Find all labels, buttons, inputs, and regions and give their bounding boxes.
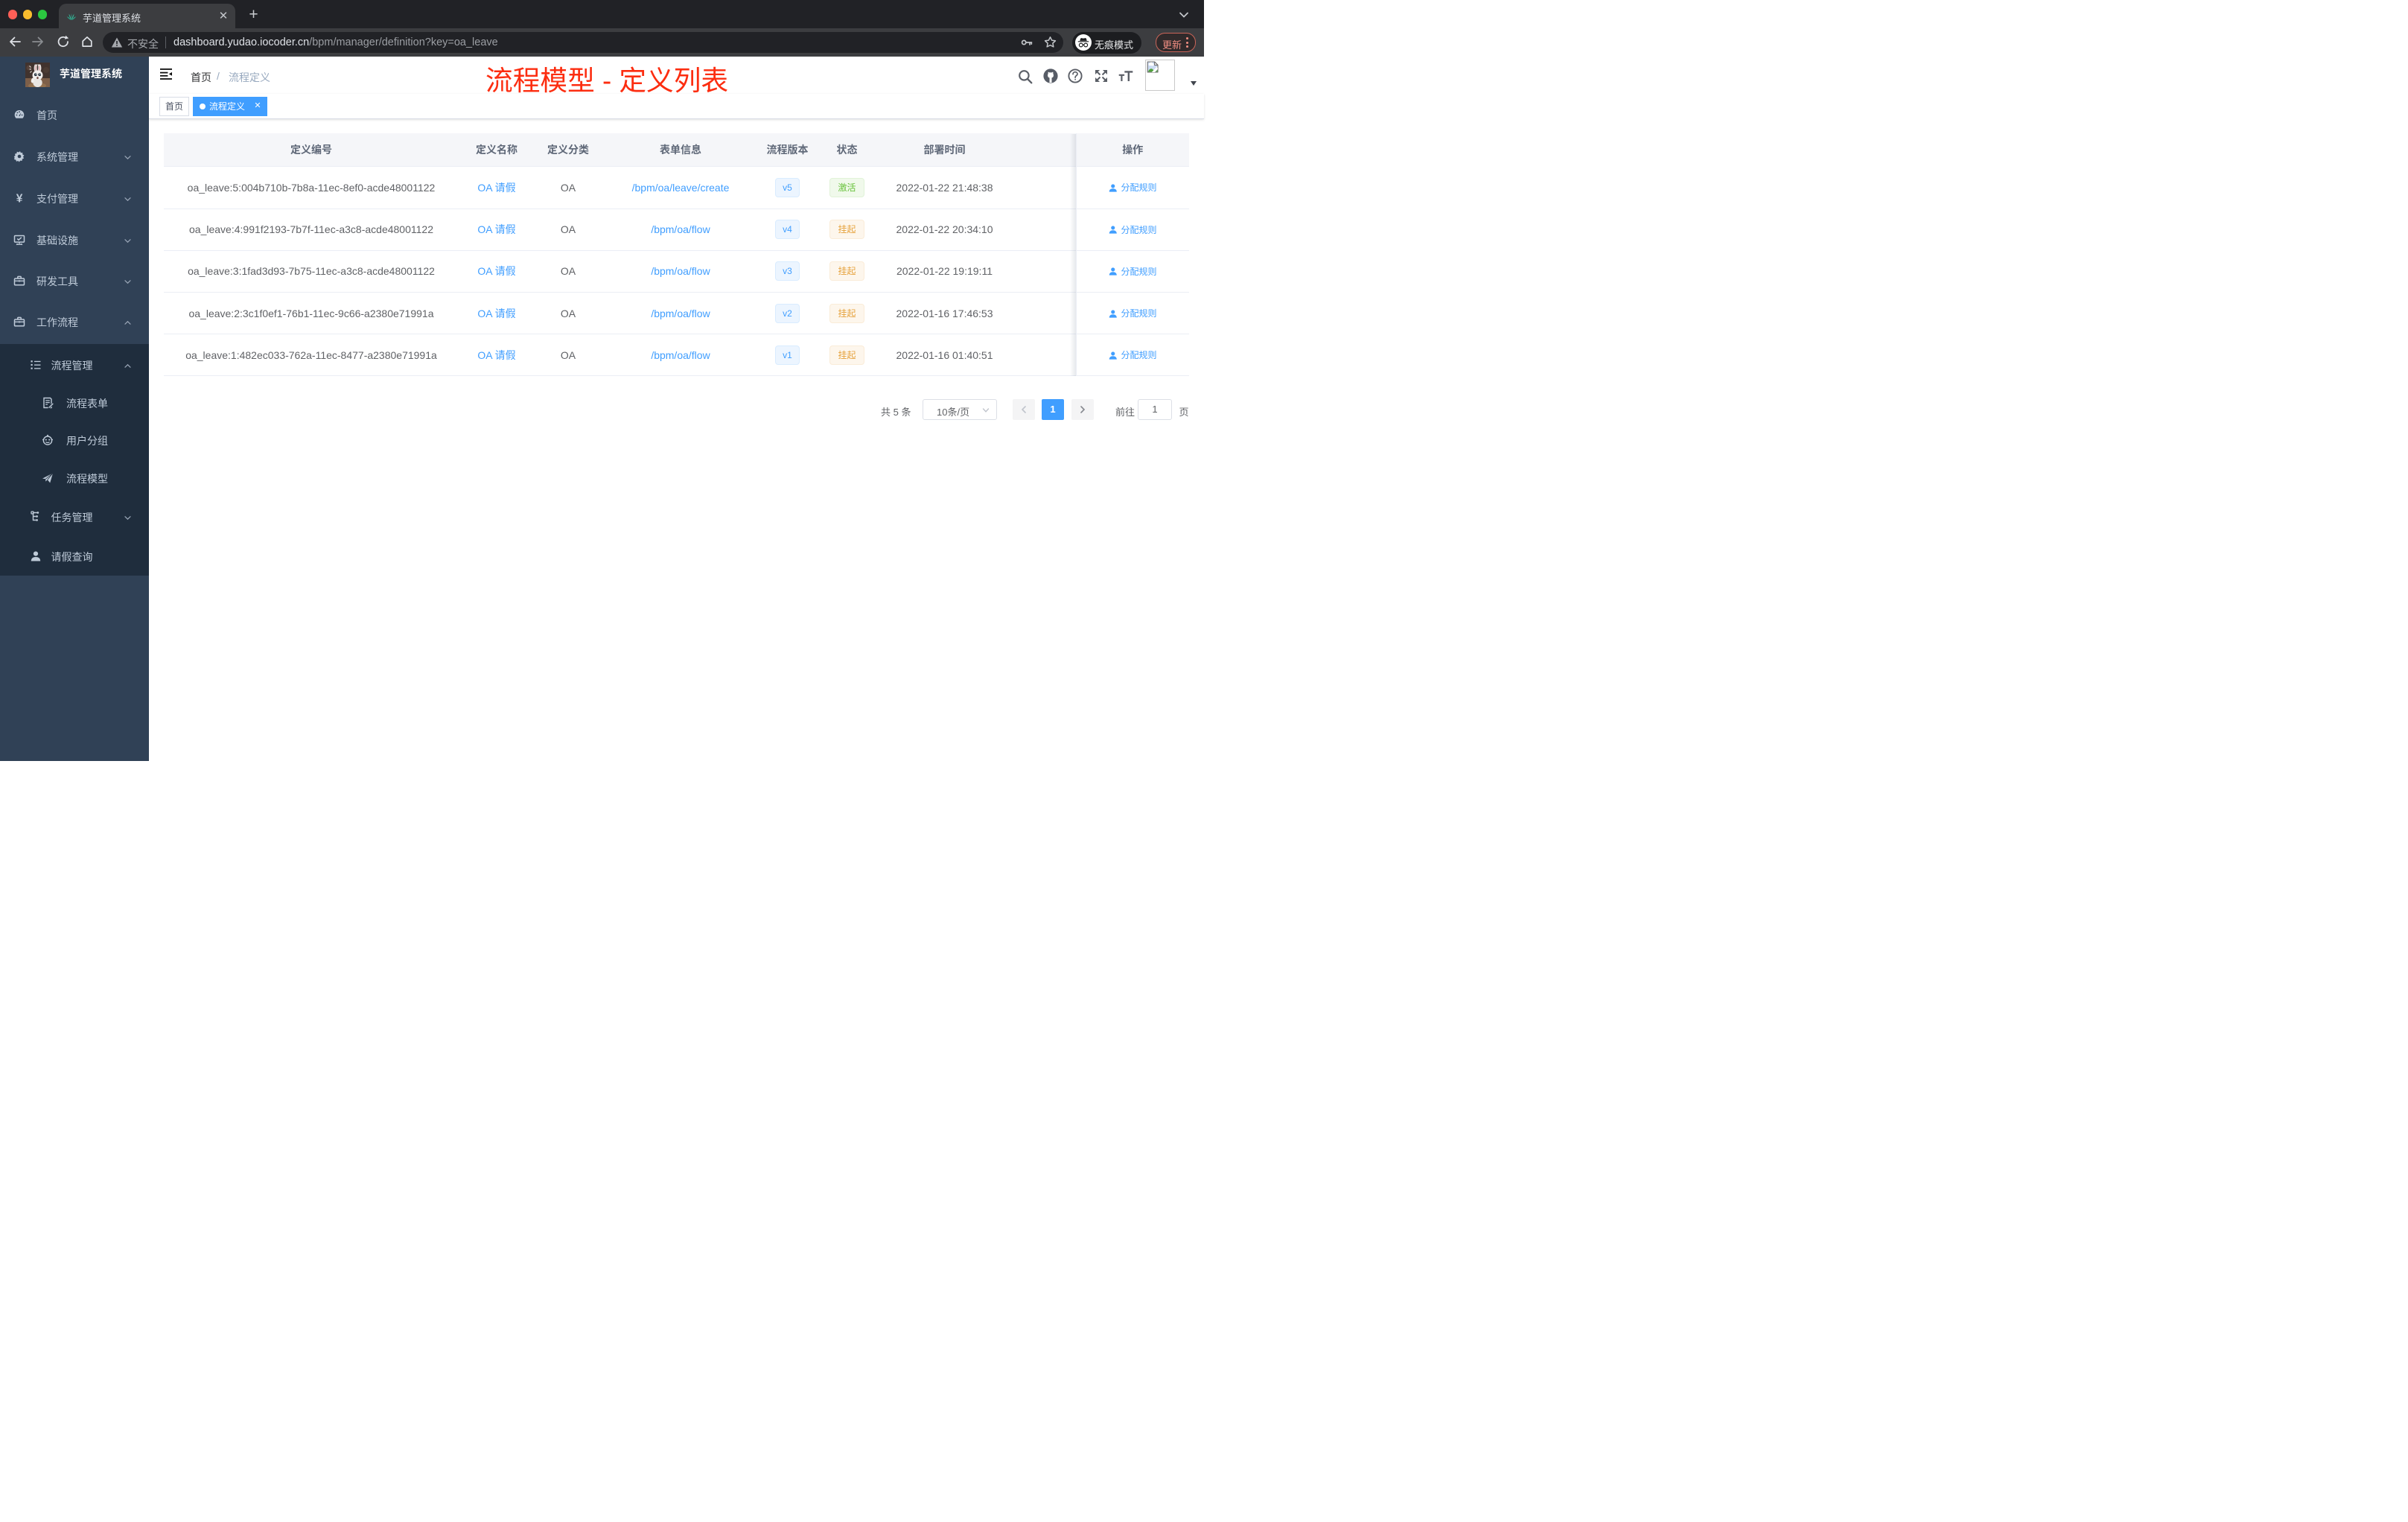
svg-text:¥: ¥ (16, 192, 23, 204)
